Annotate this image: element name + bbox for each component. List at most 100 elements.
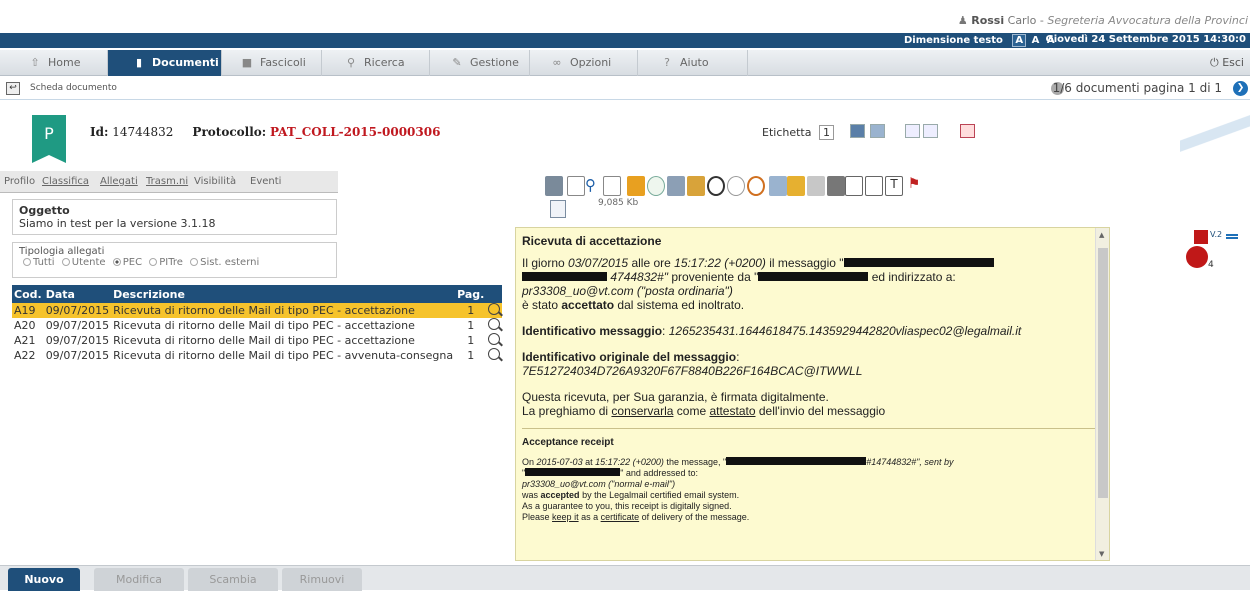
tab-opzioni[interactable]: ∞ Opzioni: [530, 50, 638, 76]
text-size-medium[interactable]: A: [1030, 35, 1042, 46]
receipt-note: Questa ricevuta, per Sua garanzia, è fir…: [522, 390, 886, 418]
seal-icon[interactable]: [687, 176, 705, 196]
logout-button[interactable]: ⏻ Esci: [1210, 50, 1244, 76]
zoom-document-icon[interactable]: [567, 176, 585, 196]
protocol-badge: P: [32, 115, 66, 163]
english-receipt-title: Acceptance receipt: [522, 437, 614, 448]
top-bar: Dimensione testo A A A Giovedì 24 Settem…: [0, 33, 1250, 48]
radio-tutti[interactable]: [23, 258, 31, 266]
unlock-icon[interactable]: [807, 176, 825, 196]
zoom-fit-icon[interactable]: [603, 176, 621, 196]
print-label-icon[interactable]: [850, 124, 865, 138]
table-row[interactable]: A19 09/07/2015 Ricevuta di ritorno delle…: [12, 303, 503, 318]
print-small-label-icon[interactable]: [870, 124, 885, 138]
radio-sist-esterni[interactable]: [190, 258, 199, 266]
preview-icon[interactable]: [488, 318, 501, 330]
tab-home[interactable]: ⇧ Home: [0, 50, 108, 76]
oggetto-title: Oggetto: [19, 204, 70, 217]
table-row[interactable]: A21 09/07/2015 Ricevuta di ritorno delle…: [12, 333, 502, 348]
preview-icon[interactable]: [488, 303, 501, 315]
tab-ricerca[interactable]: ⚲ Ricerca: [322, 50, 430, 76]
tab-profilo[interactable]: Profilo: [4, 176, 35, 187]
download-icon[interactable]: [545, 176, 563, 196]
text-size-control: Dimensione testo A A A: [904, 34, 1057, 47]
etichetta: Etichetta 1: [762, 125, 834, 140]
receipt-paragraph: Il giorno 03/07/2015 alle ore 15:17:22 (…: [522, 256, 1103, 312]
text-size-label: Dimensione testo: [904, 35, 1003, 46]
stamp-icon[interactable]: [960, 124, 975, 138]
history-icon[interactable]: [727, 176, 745, 196]
oggetto-panel: Oggetto Siamo in test per la versione 3.…: [12, 199, 337, 235]
redacted-text: [758, 272, 869, 281]
action-bar: Nuovo Modifica Scambia Rimuovi: [0, 565, 1250, 591]
radio-pec[interactable]: [112, 258, 121, 266]
options-icon: ∞: [552, 56, 562, 69]
document-viewer[interactable]: Ricevuta di accettazione Il giorno 03/07…: [515, 227, 1110, 561]
scanner-icon[interactable]: [923, 124, 938, 138]
timestamp-icon[interactable]: [667, 176, 685, 196]
radio-pitre[interactable]: [149, 258, 158, 266]
table-row[interactable]: A20 09/07/2015 Ricevuta di ritorno delle…: [12, 318, 502, 333]
tipologia-panel: Tipologia allegati Tutti Utente PEC PITr…: [12, 242, 337, 278]
receipt-title: Ricevuta di accettazione: [522, 234, 662, 248]
text-size-small[interactable]: A: [1012, 34, 1027, 47]
document-id: Id: 14744832 Protocollo: PAT_COLL-2015-0…: [90, 125, 441, 139]
text-icon[interactable]: T: [885, 176, 903, 196]
table-row[interactable]: A22 09/07/2015 Ricevuta di ritorno delle…: [12, 348, 502, 363]
menu-icon[interactable]: [1226, 234, 1238, 239]
barcode-icon[interactable]: [905, 124, 920, 138]
tab-allegati[interactable]: Allegati: [100, 176, 138, 187]
col-pag: Pag.: [455, 285, 487, 303]
zoom-in-icon[interactable]: ⚲: [585, 176, 603, 196]
radio-utente[interactable]: [61, 258, 70, 266]
document-header: P Id: 14744832 Protocollo: PAT_COLL-2015…: [0, 99, 1250, 163]
help-icon: ?: [664, 56, 670, 69]
preview-icon[interactable]: [488, 333, 501, 345]
modifica-button[interactable]: Modifica: [94, 568, 184, 591]
back-icon[interactable]: ↩: [6, 82, 20, 95]
checkin-icon[interactable]: [865, 176, 883, 196]
scrollbar-thumb[interactable]: [1098, 248, 1108, 498]
user-icon: ♟: [957, 14, 968, 27]
version-icon[interactable]: [1194, 230, 1208, 244]
protocol-value: PAT_COLL-2015-0000306: [270, 125, 441, 139]
scroll-up-icon[interactable]: ▲: [1099, 231, 1104, 239]
checkout-icon[interactable]: [827, 176, 845, 196]
redacted-text: [843, 258, 994, 267]
document-bar: ↩ Scheda documento 1/6 documenti pagina …: [0, 80, 1250, 98]
file-size: 9,085 Kb: [598, 198, 639, 208]
rimuovi-button[interactable]: Rimuovi: [282, 568, 362, 591]
stamp-seal-icon[interactable]: [1186, 246, 1208, 268]
scan-icon[interactable]: [769, 176, 787, 196]
tab-fascicoli[interactable]: ■ Fascicoli: [222, 50, 322, 76]
fullscreen-icon[interactable]: [845, 176, 863, 196]
tab-visibilita[interactable]: Visibilità: [194, 176, 236, 187]
pdf-icon[interactable]: ⚑: [905, 176, 923, 196]
preview-icon[interactable]: [488, 348, 501, 360]
tab-trasmissioni[interactable]: Trasm.ni: [146, 176, 188, 187]
lock-icon[interactable]: [787, 176, 805, 196]
sign-icon[interactable]: [627, 176, 645, 196]
scambia-button[interactable]: Scambia: [188, 568, 278, 591]
scheda-label: Scheda documento: [30, 83, 117, 93]
next-document-icon[interactable]: ❯: [1233, 81, 1248, 96]
redacted-text: [522, 272, 607, 281]
tab-documenti[interactable]: ▮ Documenti: [108, 50, 222, 76]
message-id: Identificativo messaggio: 1265235431.164…: [522, 324, 1022, 338]
english-receipt: Acceptance receipt On 2015-07-03 at 15:1…: [522, 437, 1103, 523]
tab-aiuto[interactable]: ? Aiuto: [638, 50, 748, 76]
verify-icon[interactable]: [647, 176, 665, 196]
scroll-down-icon[interactable]: ▼: [1099, 550, 1104, 558]
tab-eventi[interactable]: Eventi: [250, 176, 281, 187]
viewer-scrollbar[interactable]: ▲ ▼: [1095, 228, 1109, 560]
cancel-sign-icon[interactable]: [747, 176, 765, 196]
tab-gestione[interactable]: ✎ Gestione: [430, 50, 530, 76]
tab-classifica[interactable]: Classifica: [42, 176, 89, 187]
version-count: 4: [1208, 260, 1214, 270]
clock-icon[interactable]: [707, 176, 725, 196]
main-nav: ⇧ Home ▮ Documenti ■ Fascicoli ⚲ Ricerca ✎ Ge…: [0, 50, 1250, 76]
search-icon: ⚲: [346, 56, 356, 69]
nuovo-button[interactable]: Nuovo: [8, 568, 80, 591]
etichetta-count[interactable]: 1: [818, 125, 834, 140]
user-role: Segreteria Avvocatura della Provinci: [1047, 14, 1248, 27]
